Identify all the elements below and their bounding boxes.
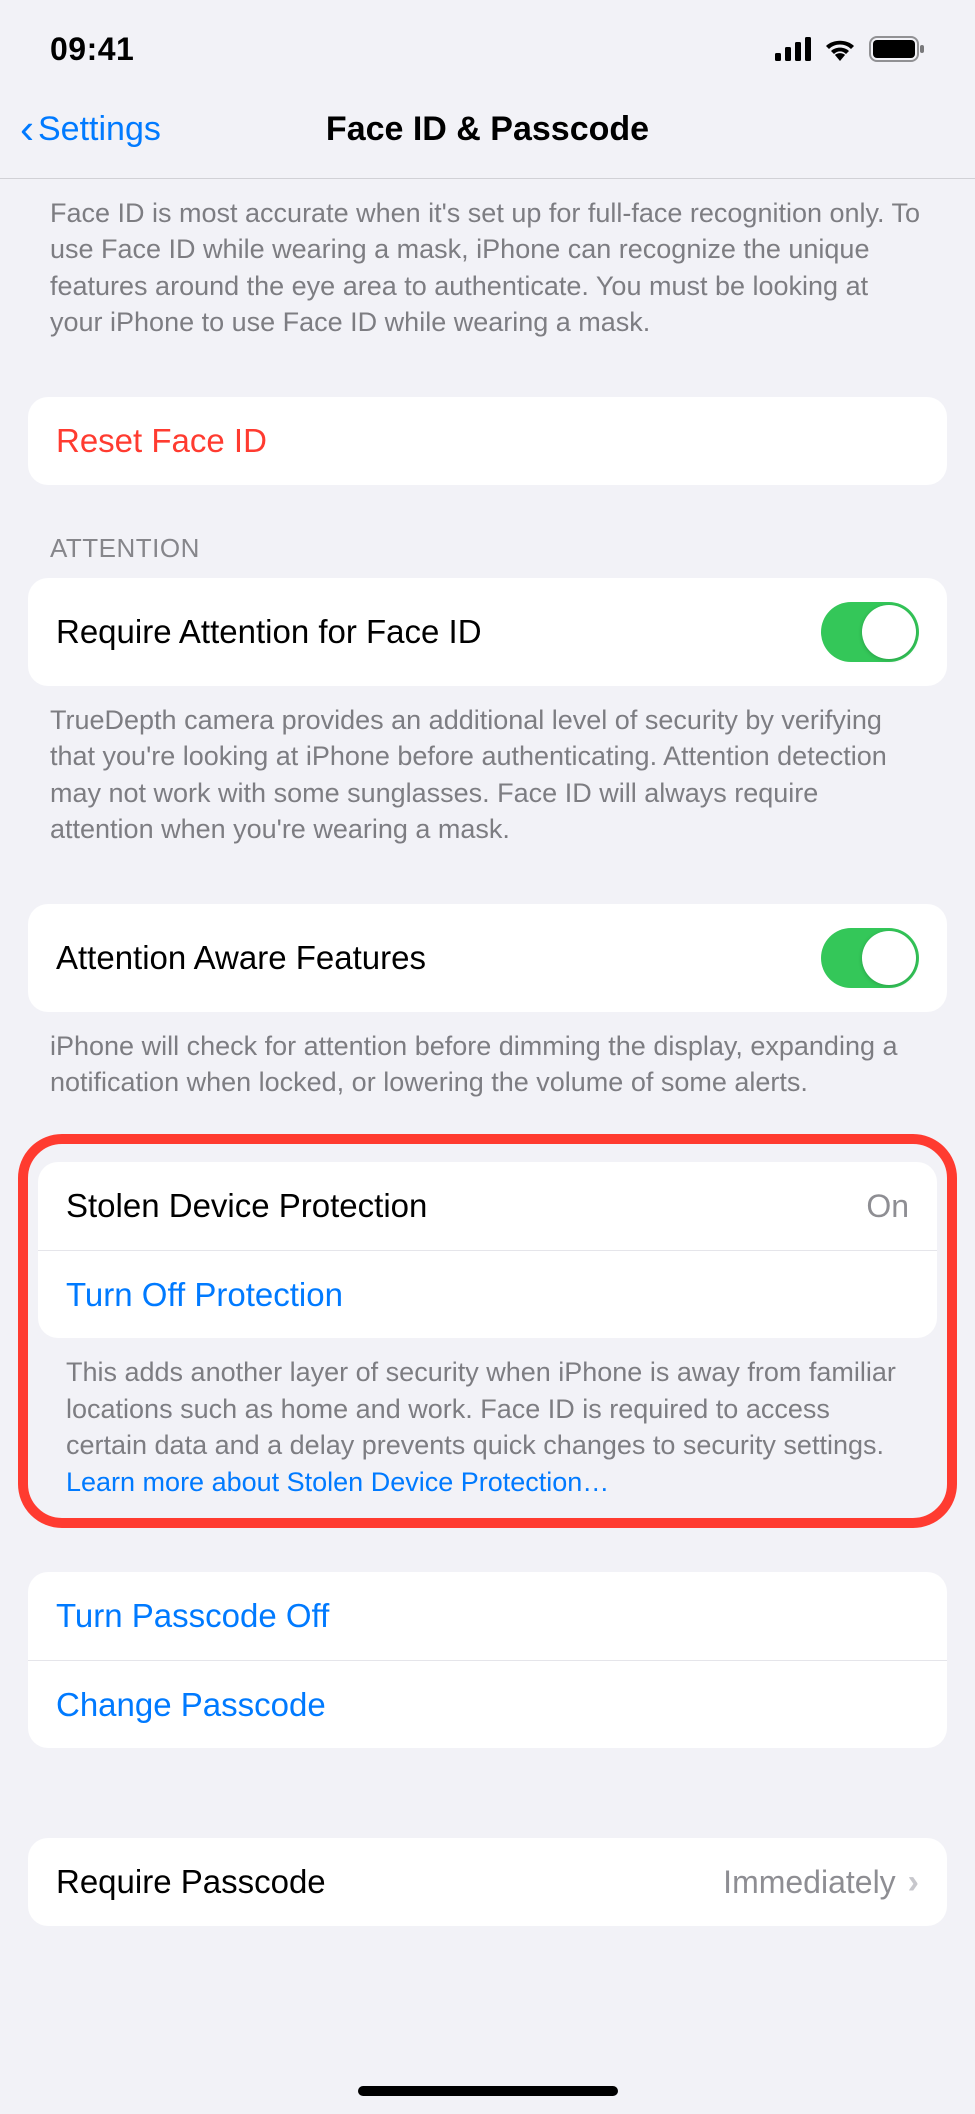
require-passcode-label: Require Passcode — [56, 1863, 326, 1901]
page-title: Face ID & Passcode — [326, 110, 649, 149]
stolen-device-footer: This adds another layer of security when… — [28, 1338, 947, 1504]
back-button[interactable]: ‹ Settings — [20, 108, 161, 150]
stolen-device-highlight: Stolen Device Protection On Turn Off Pro… — [18, 1134, 957, 1528]
attention-aware-label: Attention Aware Features — [56, 939, 426, 977]
stolen-device-group: Stolen Device Protection On Turn Off Pro… — [38, 1162, 937, 1338]
require-passcode-value: Immediately — [723, 1864, 896, 1901]
stolen-device-label: Stolen Device Protection — [66, 1187, 427, 1225]
attention-aware-row[interactable]: Attention Aware Features — [28, 904, 947, 1012]
learn-more-link[interactable]: Learn more about Stolen Device Protectio… — [66, 1467, 609, 1497]
reset-face-id-button[interactable]: Reset Face ID — [28, 397, 947, 485]
require-attention-toggle[interactable] — [821, 602, 919, 662]
attention-aware-footer: iPhone will check for attention before d… — [0, 1012, 975, 1121]
stolen-device-status: On — [866, 1188, 909, 1225]
require-attention-label: Require Attention for Face ID — [56, 613, 482, 651]
home-indicator[interactable] — [358, 2086, 618, 2096]
stolen-device-row[interactable]: Stolen Device Protection On — [38, 1162, 937, 1250]
turn-passcode-off-label: Turn Passcode Off — [56, 1597, 329, 1635]
status-icons — [775, 36, 925, 62]
attention-header: ATTENTION — [0, 485, 975, 578]
battery-icon — [869, 36, 925, 62]
reset-face-id-group: Reset Face ID — [28, 397, 947, 485]
attention-aware-toggle[interactable] — [821, 928, 919, 988]
require-passcode-row[interactable]: Require Passcode Immediately › — [28, 1838, 947, 1926]
chevron-left-icon: ‹ — [20, 108, 34, 150]
face-id-description: Face ID is most accurate when it's set u… — [0, 179, 975, 361]
change-passcode-label: Change Passcode — [56, 1686, 326, 1724]
chevron-right-icon: › — [908, 1863, 919, 1902]
require-attention-row[interactable]: Require Attention for Face ID — [28, 578, 947, 686]
require-passcode-group: Require Passcode Immediately › — [28, 1838, 947, 1926]
reset-face-id-label: Reset Face ID — [56, 422, 267, 460]
require-attention-footer: TrueDepth camera provides an additional … — [0, 686, 975, 868]
turn-passcode-off-button[interactable]: Turn Passcode Off — [28, 1572, 947, 1660]
back-label: Settings — [38, 110, 161, 149]
turn-off-protection-button[interactable]: Turn Off Protection — [38, 1250, 937, 1338]
change-passcode-button[interactable]: Change Passcode — [28, 1660, 947, 1748]
attention-aware-group: Attention Aware Features — [28, 904, 947, 1012]
navigation-bar: ‹ Settings Face ID & Passcode — [0, 90, 975, 179]
wifi-icon — [823, 37, 857, 61]
status-time: 09:41 — [50, 31, 134, 68]
status-bar: 09:41 — [0, 0, 975, 90]
cellular-icon — [775, 37, 811, 61]
turn-off-protection-label: Turn Off Protection — [66, 1276, 343, 1314]
passcode-group: Turn Passcode Off Change Passcode — [28, 1572, 947, 1748]
require-attention-group: Require Attention for Face ID — [28, 578, 947, 686]
